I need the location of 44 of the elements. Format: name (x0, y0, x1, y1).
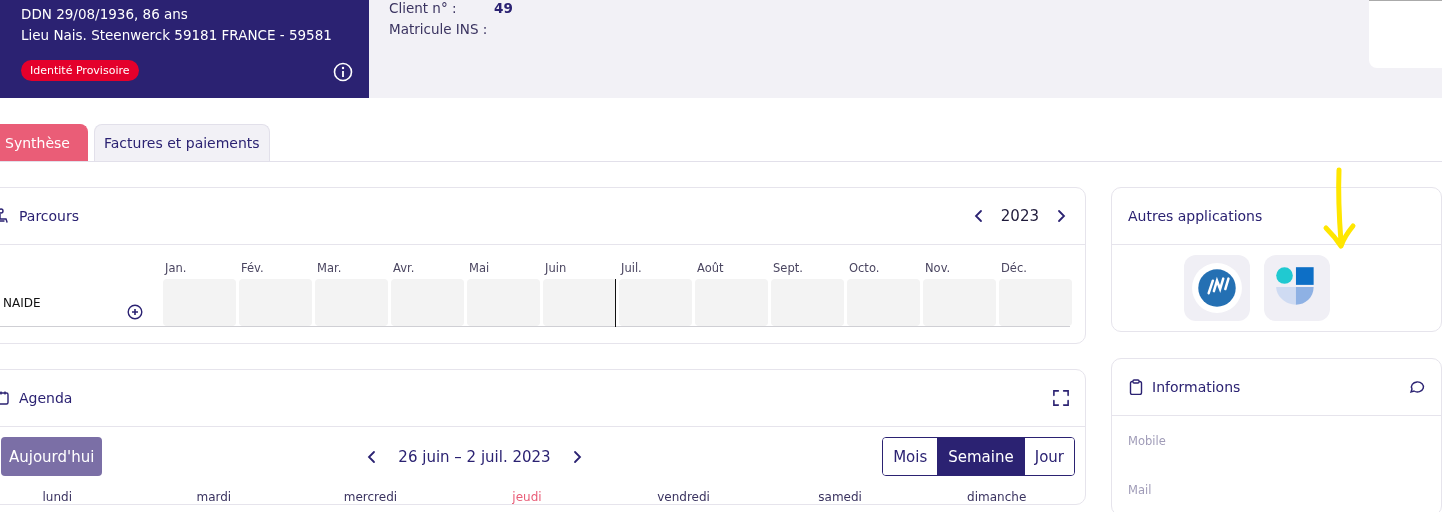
view-button[interactable]: Jour (1023, 438, 1074, 475)
field-label: Client n° : (389, 0, 458, 17)
month-label: Déc. (1000, 261, 1028, 277)
card-title: Parcours (19, 208, 80, 224)
card-title: Agenda (19, 390, 73, 406)
chat-icon[interactable] (1409, 379, 1425, 395)
fullscreen-icon[interactable] (1053, 390, 1069, 406)
weekday-label: jeudi (512, 490, 542, 504)
weekday-label: dimanche (967, 490, 1027, 504)
month-label: Avr. (392, 261, 416, 277)
month-label: Juin (543, 261, 568, 277)
year-label: 2023 (1000, 207, 1039, 225)
month-label: Sept. (772, 261, 804, 277)
field-value: 49 (494, 0, 514, 17)
field-label: Mobile (1128, 434, 1167, 448)
card-title: Informations (1152, 379, 1241, 395)
patient-detail: DDN 29/08/1936, 86 ans (21, 6, 189, 23)
weekday-label: samedi (818, 490, 862, 504)
weekday-label: mardi (196, 490, 232, 504)
clipboard-icon (1128, 379, 1144, 395)
month-label: Juil. (619, 261, 643, 277)
month-label: Jan. (163, 261, 188, 277)
view-button[interactable]: Semaine (937, 438, 1024, 475)
add-icon[interactable] (127, 303, 143, 320)
tab[interactable]: Factures et paiements (94, 124, 270, 161)
patient-detail: Lieu Nais. Steenwerck 59181 FRANCE - 59581 (21, 27, 333, 44)
ins-logo-icon[interactable] (1190, 262, 1243, 314)
month-label: Nov. (924, 261, 952, 277)
row-name: NAIDE (3, 295, 41, 310)
field-label: Matricule INS : (389, 21, 489, 38)
month-label: Mai (468, 261, 491, 277)
info-icon[interactable] (333, 62, 353, 82)
weekday-label: vendredi (657, 490, 710, 504)
month-label: Août (696, 261, 725, 277)
today-button[interactable]: Aujourd'hui (1, 437, 103, 476)
month-label: Octo. (848, 261, 881, 277)
field-label: Mail (1128, 483, 1153, 497)
identity-badge: Identité Provisoire (21, 60, 139, 81)
weekday-label: mercredi (343, 490, 398, 504)
weekday-label: lundi (42, 490, 73, 504)
month-label: Mar. (316, 261, 343, 277)
card-title: Autres applications (1128, 208, 1263, 224)
date-range: 26 juin – 2 juil. 2023 (398, 447, 551, 466)
month-label: Fév. (240, 261, 265, 277)
